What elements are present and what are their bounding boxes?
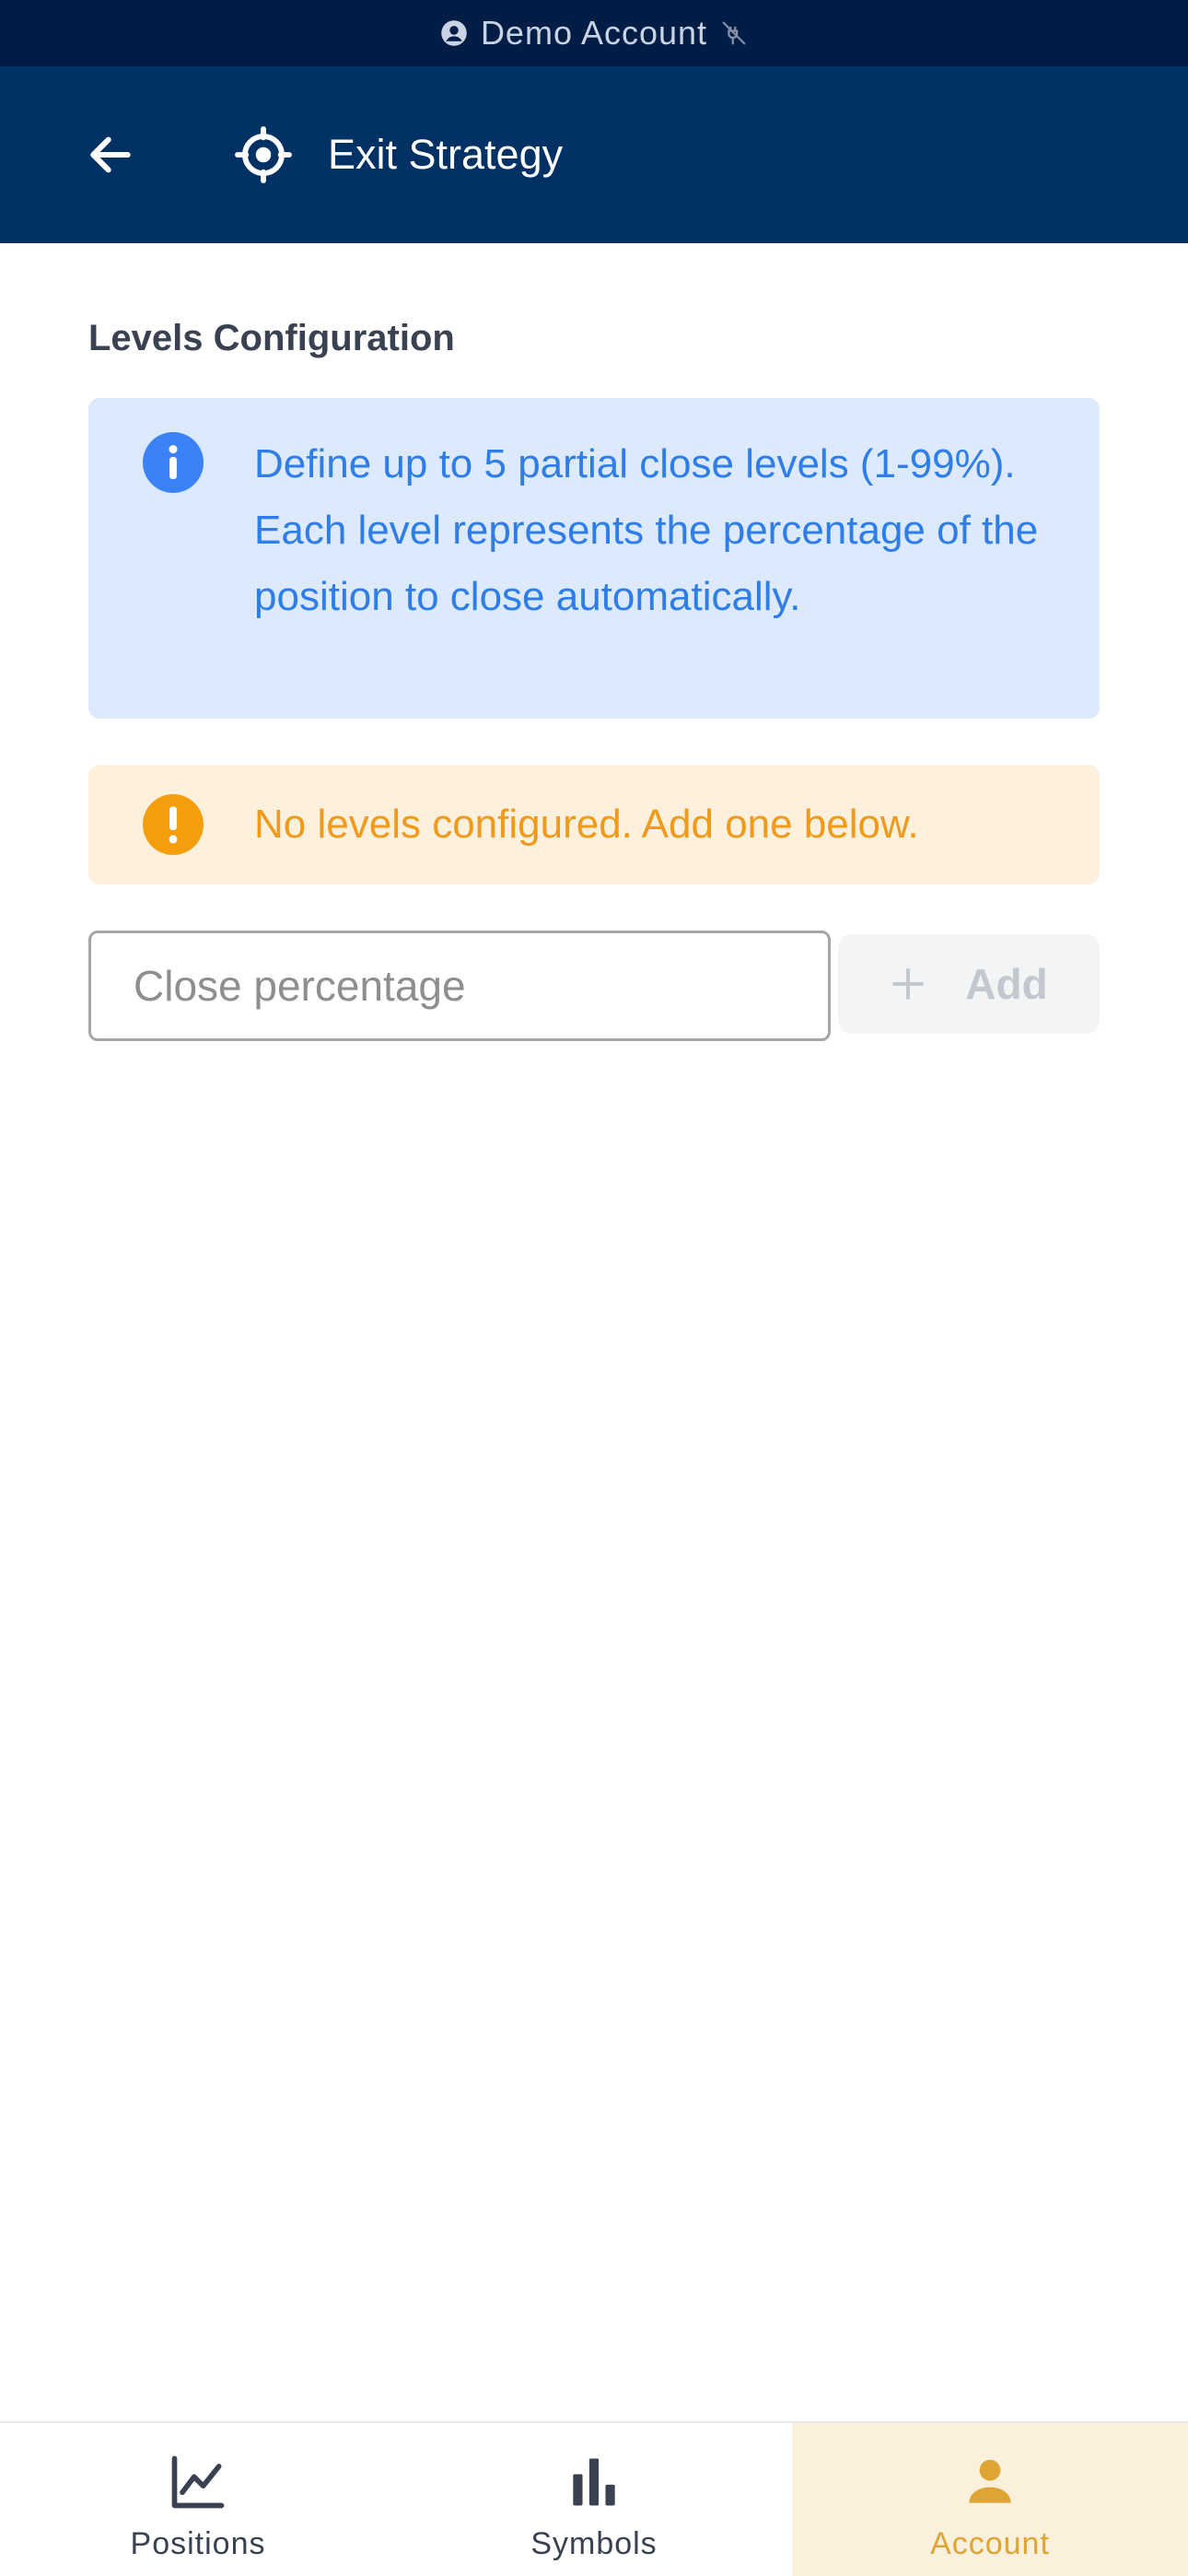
bar-chart-icon bbox=[563, 2451, 625, 2513]
nav-item-positions[interactable]: Positions bbox=[0, 2423, 396, 2576]
warning-banner: No levels configured. Add one below. bbox=[88, 765, 1100, 884]
info-message: Define up to 5 partial close levels (1-9… bbox=[254, 441, 1039, 619]
bottom-navigation: Positions Symbols Account bbox=[0, 2421, 1188, 2576]
account-mode-label: Demo Account bbox=[480, 14, 708, 52]
back-button[interactable] bbox=[74, 118, 147, 192]
nav-item-symbols[interactable]: Symbols bbox=[396, 2423, 792, 2576]
add-button-label: Add bbox=[965, 960, 1048, 1008]
nav-label: Positions bbox=[130, 2526, 266, 2561]
line-chart-icon bbox=[167, 2451, 229, 2513]
nav-label: Symbols bbox=[530, 2526, 658, 2561]
section-title: Levels Configuration bbox=[88, 318, 455, 358]
app-header: Exit Strategy bbox=[0, 66, 1188, 243]
levels-configuration-section: Levels Configuration Define up to 5 part… bbox=[88, 243, 1100, 1041]
nav-item-account[interactable]: Account bbox=[792, 2423, 1188, 2576]
account-circle-icon bbox=[440, 19, 468, 47]
exit-strategy-screen: Demo Account Exit Strategy Levels Config… bbox=[0, 0, 1188, 2576]
plus-icon bbox=[890, 966, 926, 1002]
add-level-row: Add bbox=[88, 931, 1100, 1041]
close-percentage-input[interactable] bbox=[88, 931, 831, 1041]
arrow-left-icon bbox=[85, 129, 136, 181]
page-title: Exit Strategy bbox=[328, 131, 564, 178]
person-icon bbox=[959, 2451, 1021, 2513]
warning-icon bbox=[140, 791, 206, 858]
warning-message: No levels configured. Add one below. bbox=[254, 802, 919, 847]
nav-label: Account bbox=[930, 2526, 1050, 2561]
account-status-strip: Demo Account bbox=[0, 0, 1188, 66]
disconnected-plug-icon bbox=[720, 19, 748, 47]
crosshair-icon bbox=[234, 125, 293, 184]
info-banner: Define up to 5 partial close levels (1-9… bbox=[88, 398, 1100, 719]
info-icon bbox=[140, 429, 206, 496]
add-level-button[interactable]: Add bbox=[838, 934, 1100, 1034]
